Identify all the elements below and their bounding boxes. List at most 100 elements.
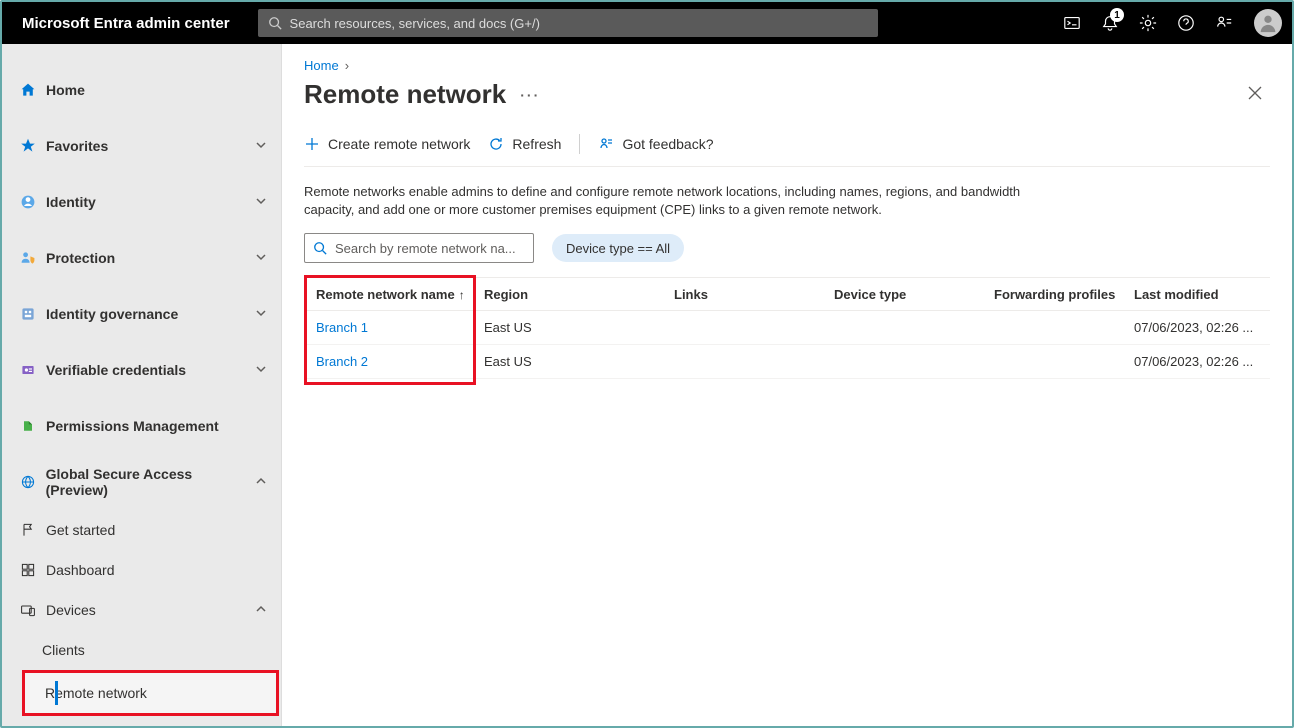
cell-modified: 07/06/2023, 02:26 ... [1134,354,1270,369]
sidebar-label: Protection [46,250,115,266]
toolbar-label: Create remote network [328,136,470,152]
gear-icon [1139,14,1157,32]
highlight-remote-network: Remote network [22,670,279,716]
notification-badge: 1 [1110,8,1124,22]
sidebar-label: Identity governance [46,306,178,322]
brand-label: Microsoft Entra admin center [12,15,240,32]
table-row[interactable]: Branch 1 East US 07/06/2023, 02:26 ... [304,311,1270,345]
col-header-device-type[interactable]: Device type [834,287,994,302]
filter-row: Search by remote network na... Device ty… [304,233,1270,263]
table-header-row: Remote network name↑ Region Links Device… [304,277,1270,311]
notifications-button[interactable]: 1 [1092,2,1128,44]
toolbar-label: Got feedback? [622,136,713,152]
credentials-icon [20,362,36,378]
chevron-up-icon [255,602,267,618]
col-header-name[interactable]: Remote network name↑ [304,287,484,302]
devices-icon [20,602,36,618]
sidebar-item-get-started[interactable]: Get started [2,510,281,550]
table-row[interactable]: Branch 2 East US 07/06/2023, 02:26 ... [304,345,1270,379]
sidebar-label: Home [46,82,85,98]
settings-button[interactable] [1130,2,1166,44]
flag-icon [20,522,36,538]
chevron-down-icon [255,306,267,322]
search-placeholder: Search by remote network na... [335,241,516,256]
refresh-icon [488,136,504,152]
search-wrap: Search resources, services, and docs (G+… [258,9,1036,37]
sidebar-label: Permissions Management [46,418,219,434]
sidebar-label: Remote network [45,685,147,701]
feedback-icon [1215,14,1233,32]
sidebar-label: Identity [46,194,96,210]
toolbar-label: Refresh [512,136,561,152]
search-icon [313,241,327,255]
cloud-shell-button[interactable] [1054,2,1090,44]
sidebar-item-permissions-management[interactable]: Permissions Management [2,398,281,454]
sidebar-label: Verifiable credentials [46,362,186,378]
sidebar-subitem-clients[interactable]: Clients [2,630,281,670]
cloud-shell-icon [1063,14,1081,32]
home-icon [20,82,36,98]
sidebar-item-devices[interactable]: Devices [2,590,281,630]
sidebar-label: Clients [42,642,85,658]
breadcrumb-home[interactable]: Home [304,58,339,73]
close-icon [1248,86,1262,100]
sidebar-item-global-secure-access[interactable]: Global Secure Access (Preview) [2,454,281,510]
dashboard-icon [20,562,36,578]
col-header-links[interactable]: Links [674,287,834,302]
user-avatar[interactable] [1254,9,1282,37]
globe-icon [20,474,36,490]
breadcrumb: Home › [304,58,1270,73]
page-title-wrap: Remote network ··· [304,79,540,110]
chevron-down-icon [255,194,267,210]
help-button[interactable] [1168,2,1204,44]
page-header: Remote network ··· [304,79,1270,110]
col-header-modified[interactable]: Last modified [1134,287,1270,302]
refresh-button[interactable]: Refresh [488,136,561,152]
protection-icon [20,250,36,266]
sidebar-item-verifiable-credentials[interactable]: Verifiable credentials [2,342,281,398]
sidebar-item-home[interactable]: Home [2,62,281,118]
close-button[interactable] [1240,80,1270,109]
sidebar-label: Devices [46,602,96,618]
chevron-down-icon [255,250,267,266]
chevron-down-icon [255,362,267,378]
sidebar-subitem-remote-network[interactable]: Remote network [25,673,276,713]
create-remote-network-button[interactable]: Create remote network [304,136,470,152]
cell-region: East US [484,320,674,335]
search-remote-network-input[interactable]: Search by remote network na... [304,233,534,263]
col-header-forwarding[interactable]: Forwarding profiles [994,287,1134,302]
sidebar-label: Dashboard [46,562,115,578]
page-title: Remote network [304,79,506,110]
layout: Home Favorites Identity Protection Ident… [2,44,1292,726]
sidebar-item-identity[interactable]: Identity [2,174,281,230]
col-header-region[interactable]: Region [484,287,674,302]
identity-icon [20,194,36,210]
sidebar-item-protection[interactable]: Protection [2,230,281,286]
cell-region: East US [484,354,674,369]
sidebar-label: Get started [46,522,115,538]
sidebar-item-favorites[interactable]: Favorites [2,118,281,174]
remote-networks-table: Remote network name↑ Region Links Device… [304,277,1270,379]
remote-network-link[interactable]: Branch 1 [304,320,484,335]
device-type-filter-pill[interactable]: Device type == All [552,234,684,262]
filter-pill-label: Device type == All [566,241,670,256]
got-feedback-button[interactable]: Got feedback? [598,136,713,152]
sidebar-label: Favorites [46,138,108,154]
global-search-input[interactable]: Search resources, services, and docs (G+… [258,9,878,37]
sidebar-item-applications[interactable]: Applications [2,720,281,726]
sidebar-item-dashboard[interactable]: Dashboard [2,550,281,590]
governance-icon [20,306,36,322]
more-actions-button[interactable]: ··· [520,87,540,103]
page-description: Remote networks enable admins to define … [304,183,1064,219]
permissions-icon [20,418,36,434]
remote-network-link[interactable]: Branch 2 [304,354,484,369]
chevron-right-icon: › [345,58,349,73]
star-icon [20,138,36,154]
global-search-placeholder: Search resources, services, and docs (G+… [290,16,540,31]
sort-asc-icon: ↑ [459,288,465,302]
sidebar-item-identity-governance[interactable]: Identity governance [2,286,281,342]
feedback-button[interactable] [1206,2,1242,44]
chevron-down-icon [255,138,267,154]
sidebar-label: Global Secure Access (Preview) [46,466,255,498]
help-icon [1177,14,1195,32]
